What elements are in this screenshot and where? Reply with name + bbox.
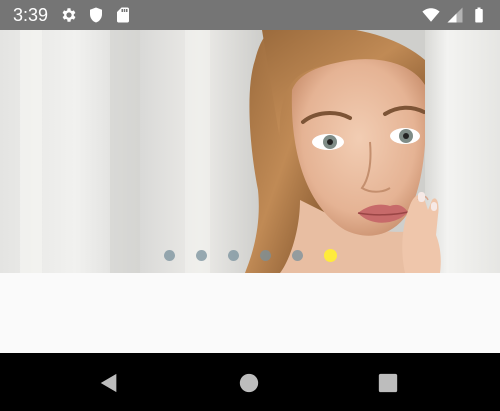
battery-icon xyxy=(475,7,483,23)
gear-icon xyxy=(62,8,76,22)
status-bar: 3:39 xyxy=(0,0,500,30)
cell-signal-icon xyxy=(447,7,463,23)
home-icon xyxy=(239,373,259,393)
content-area xyxy=(0,273,500,353)
back-icon xyxy=(100,373,117,393)
sd-card-icon xyxy=(117,7,129,23)
wifi-icon xyxy=(422,8,440,22)
status-time: 3:39 xyxy=(13,5,49,25)
carousel-dot-active[interactable] xyxy=(324,249,337,262)
carousel-dot[interactable] xyxy=(196,250,207,261)
image-carousel[interactable] xyxy=(0,30,500,273)
status-icons-left xyxy=(60,6,132,24)
recents-icon xyxy=(378,373,398,393)
carousel-indicators xyxy=(164,249,337,262)
recents-button[interactable] xyxy=(373,368,403,398)
slide-photo[interactable] xyxy=(0,30,500,273)
carousel-dot[interactable] xyxy=(260,250,271,261)
carousel-dot[interactable] xyxy=(228,250,239,261)
shield-icon xyxy=(90,7,102,23)
carousel-dot[interactable] xyxy=(164,250,175,261)
status-icons-right xyxy=(422,6,488,24)
carousel-dot[interactable] xyxy=(292,250,303,261)
back-button[interactable] xyxy=(94,368,124,398)
navigation-bar xyxy=(0,353,500,411)
home-button[interactable] xyxy=(234,368,264,398)
